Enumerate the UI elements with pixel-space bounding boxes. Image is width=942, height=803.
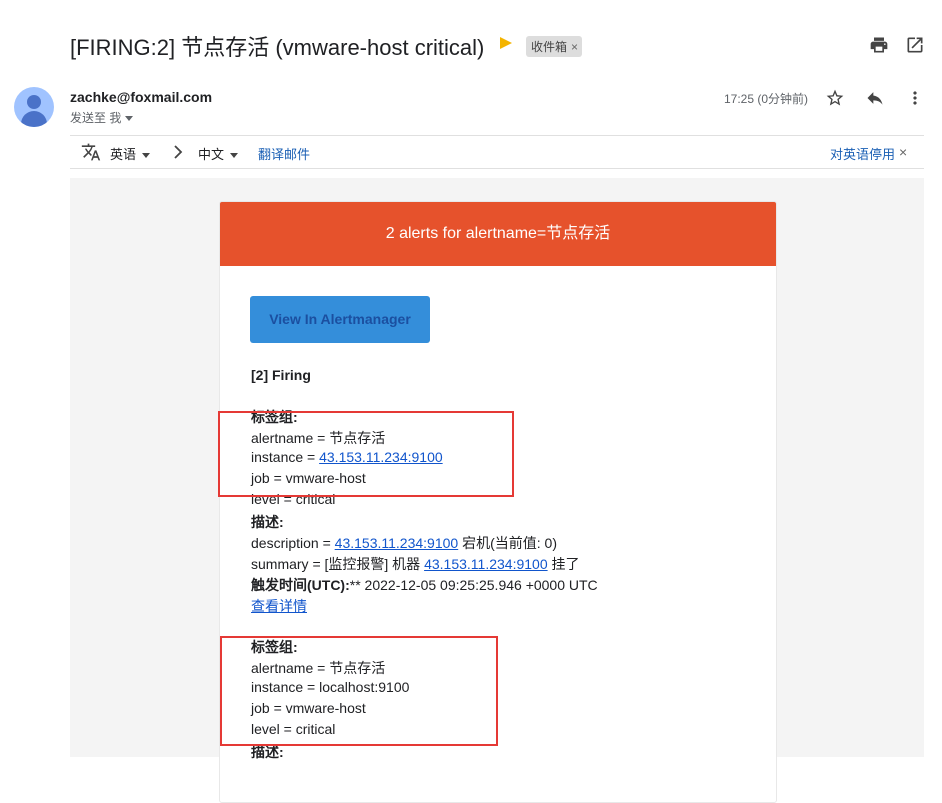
target-language-label: 中文 xyxy=(198,147,225,162)
view-in-alertmanager-button[interactable]: View In Alertmanager xyxy=(250,296,430,343)
star-icon[interactable] xyxy=(825,88,845,108)
open-in-new-window-icon[interactable] xyxy=(905,35,925,55)
chevron-right-icon xyxy=(173,145,183,159)
source-language-select[interactable]: 英语 xyxy=(110,144,151,163)
divider xyxy=(70,168,924,169)
target-language-select[interactable]: 中文 xyxy=(198,144,239,163)
recipient-dropdown[interactable]: 发送至 我 xyxy=(70,109,134,126)
print-icon[interactable] xyxy=(869,35,889,55)
alert1-description-link[interactable]: 43.153.11.234:9100 xyxy=(335,535,459,551)
alert-header-banner: 2 alerts for alertname=节点存活 xyxy=(220,202,776,266)
message-timestamp: 17:25 (0分钟前) xyxy=(724,92,809,106)
importance-marker-icon[interactable] xyxy=(496,37,512,49)
translate-icon xyxy=(80,142,102,162)
alert1-trigger-time: 触发时间(UTC):** 2022-12-05 09:25:25.946 +00… xyxy=(251,577,598,593)
label-chip-text: 收件箱 xyxy=(531,40,568,54)
highlight-box-alert1-labels xyxy=(218,411,514,497)
divider xyxy=(70,135,924,136)
translate-message-link[interactable]: 翻译邮件 xyxy=(258,144,310,163)
source-language-label: 英语 xyxy=(110,147,137,162)
email-subject: [FIRING:2] 节点存活 (vmware-host critical) xyxy=(70,35,485,60)
highlight-box-alert2-labels xyxy=(220,636,498,746)
chevron-down-icon xyxy=(142,153,151,159)
alert1-summary-link[interactable]: 43.153.11.234:9100 xyxy=(424,556,548,572)
chevron-down-icon xyxy=(230,153,239,159)
disable-translation-link[interactable]: 对英语停用 xyxy=(830,144,895,163)
close-icon[interactable]: × xyxy=(899,144,907,160)
label-chip-inbox[interactable]: 收件箱 × xyxy=(526,36,583,57)
recipient-label: 发送至 我 xyxy=(70,111,122,125)
sender-avatar[interactable] xyxy=(14,87,54,127)
alert1-desc-title: 描述: xyxy=(251,514,284,530)
more-vert-icon[interactable] xyxy=(905,88,925,108)
label-chip-close-icon[interactable]: × xyxy=(571,40,578,54)
alert1-description: description = 43.153.11.234:9100 宕机(当前值:… xyxy=(251,535,557,551)
sender-email[interactable]: zachke@foxmail.com xyxy=(70,89,212,105)
firing-title: [2] Firing xyxy=(251,367,311,383)
reply-icon[interactable] xyxy=(865,88,885,108)
chevron-down-icon xyxy=(125,116,134,122)
alert1-details-link[interactable]: 查看详情 xyxy=(251,596,307,616)
alert1-summary: summary = [监控报警] 机器 43.153.11.234:9100 挂… xyxy=(251,556,580,572)
